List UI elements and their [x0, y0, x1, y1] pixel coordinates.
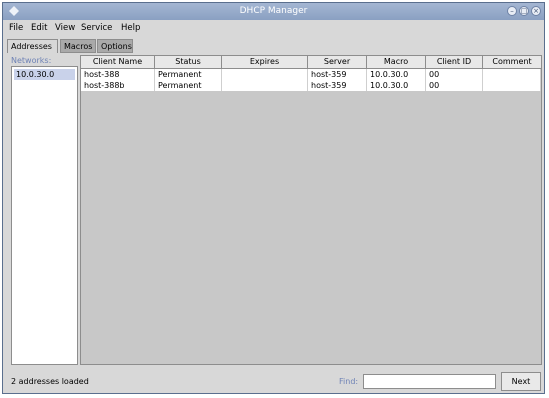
window-title: DHCP Manager: [239, 6, 308, 16]
column-header-status[interactable]: Status: [155, 56, 222, 68]
menu-view[interactable]: View: [55, 23, 75, 33]
status-message: 2 addresses loaded: [11, 377, 89, 386]
cell-macro: 10.0.30.0: [367, 80, 426, 91]
column-header-macro[interactable]: Macro: [367, 56, 426, 68]
tab-macros[interactable]: Macros: [60, 39, 96, 53]
title-bar[interactable]: DHCP Manager – □ ×: [3, 3, 544, 20]
tab-options[interactable]: Options: [97, 39, 133, 53]
cell-macro: 10.0.30.0: [367, 69, 426, 80]
menu-file[interactable]: File: [9, 23, 23, 33]
cell-comment: [483, 69, 541, 80]
cell-status: Permanent: [155, 69, 222, 80]
cell-server: host-359: [308, 69, 367, 80]
menu-bar: File Edit View Service Help: [3, 20, 544, 36]
cell-server: host-359: [308, 80, 367, 91]
minimize-icon[interactable]: –: [507, 6, 517, 16]
next-button[interactable]: Next: [501, 372, 541, 391]
table-row[interactable]: host-388 Permanent host-359 10.0.30.0 00: [81, 69, 541, 80]
menu-edit[interactable]: Edit: [31, 23, 47, 33]
addresses-table[interactable]: Client Name Status Expires Server Macro …: [80, 55, 542, 365]
cell-client-name: host-388: [81, 69, 155, 80]
dhcp-manager-window: DHCP Manager – □ × File Edit View Servic…: [2, 2, 545, 394]
column-header-server[interactable]: Server: [308, 56, 367, 68]
close-icon[interactable]: ×: [531, 6, 541, 16]
cell-status: Permanent: [155, 80, 222, 91]
column-header-expires[interactable]: Expires: [222, 56, 308, 68]
find-input[interactable]: [363, 374, 496, 389]
networks-label: Networks:: [11, 56, 52, 65]
maximize-icon[interactable]: □: [519, 6, 529, 16]
menu-service[interactable]: Service: [81, 23, 112, 33]
table-row[interactable]: host-388b Permanent host-359 10.0.30.0 0…: [81, 80, 541, 91]
cell-comment: [483, 80, 541, 91]
menu-help[interactable]: Help: [121, 23, 140, 33]
column-header-client-id[interactable]: Client ID: [426, 56, 483, 68]
table-header: Client Name Status Expires Server Macro …: [81, 56, 541, 69]
tab-addresses[interactable]: Addresses: [7, 39, 58, 53]
column-header-client-name[interactable]: Client Name: [81, 56, 155, 68]
cell-expires: [222, 80, 308, 91]
column-header-comment[interactable]: Comment: [483, 56, 541, 68]
cell-client-id: 00: [426, 69, 483, 80]
network-item[interactable]: 10.0.30.0: [14, 69, 75, 80]
network-list[interactable]: 10.0.30.0: [11, 66, 78, 365]
cell-client-name: host-388b: [81, 80, 155, 91]
cell-client-id: 00: [426, 80, 483, 91]
cell-expires: [222, 69, 308, 80]
find-label: Find:: [339, 377, 359, 386]
